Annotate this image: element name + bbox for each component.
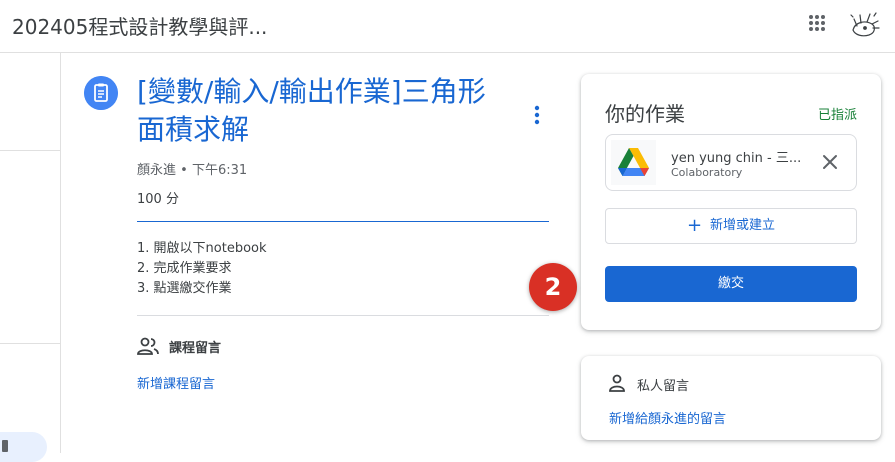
step-number: 2 — [544, 273, 562, 301]
instruction-line: 1. 開啟以下notebook — [137, 241, 267, 256]
apps-grid-icon[interactable] — [806, 12, 828, 34]
assignment-icon — [84, 76, 118, 110]
person-icon — [609, 374, 625, 392]
assignment-meta: 顏永進 • 下午6:31 — [137, 159, 247, 178]
assignment-instructions: 1. 開啟以下notebook 2. 完成作業要求 3. 點選繳交作業 — [137, 239, 267, 299]
comments-divider — [137, 315, 549, 316]
meta-separator: • — [180, 163, 188, 178]
attachment-type: Colaboratory — [671, 166, 743, 179]
more-options-icon[interactable] — [526, 102, 548, 128]
title-divider — [137, 221, 549, 222]
nav-divider — [0, 150, 60, 151]
close-icon[interactable] — [820, 152, 840, 172]
add-or-create-button[interactable]: + 新增或建立 — [605, 208, 857, 244]
attachment-name: yen yung chin - 三... — [671, 151, 802, 166]
left-nav-rail — [0, 53, 61, 453]
add-or-create-label: 新增或建立 — [710, 218, 776, 233]
your-work-card: 你的作業 已指派 yen yung chin - 三... Colaborato… — [581, 74, 881, 330]
add-private-comment-link[interactable]: 新增給顏永進的留言 — [609, 408, 726, 427]
nav-item-icon — [2, 440, 8, 452]
nav-divider — [0, 343, 60, 344]
posted-time: 下午6:31 — [191, 163, 248, 178]
avatar[interactable] — [845, 6, 883, 44]
submit-button[interactable]: 繳交 — [605, 266, 857, 302]
google-drive-icon — [611, 140, 656, 185]
assignment-status: 已指派 — [817, 108, 857, 123]
author-name: 顏永進 — [137, 163, 177, 178]
plus-icon: + — [686, 215, 703, 236]
assignment-title: [變數/輸入/輸出作業]三角形面積求解 — [137, 75, 486, 146]
add-class-comment-link[interactable]: 新增課程留言 — [137, 373, 215, 392]
instruction-line: 2. 完成作業要求 — [137, 261, 232, 276]
instruction-line: 3. 點選繳交作業 — [137, 281, 232, 296]
private-comments-card: 私人留言 新增給顏永進的留言 — [581, 356, 881, 440]
class-comments-label: 課程留言 — [169, 341, 222, 356]
assignment-points: 100 分 — [137, 192, 179, 207]
top-bar: 202405程式設計教學與評... — [0, 0, 895, 53]
course-title[interactable]: 202405程式設計教學與評... — [12, 11, 267, 40]
step-number-badge: 2 — [529, 263, 577, 311]
attachment-chip[interactable]: yen yung chin - 三... Colaboratory — [605, 134, 857, 191]
people-icon — [137, 337, 159, 355]
your-work-title: 你的作業 — [605, 102, 685, 126]
private-comments-label: 私人留言 — [637, 379, 690, 394]
